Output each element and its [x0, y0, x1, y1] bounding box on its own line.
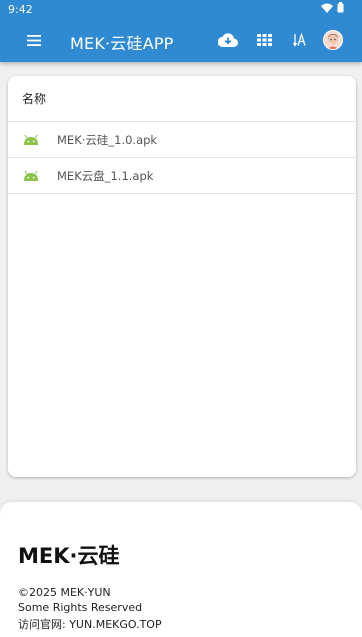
footer-copyright: ©2025 MEK·YUN — [18, 586, 111, 599]
footer-brand: MEK·云硅 — [18, 544, 120, 568]
footer-website-link[interactable]: 访问官网: YUN.MEKGO.TOP — [18, 616, 162, 632]
top-app-bar: 9:42 MEK·云硅APP — [0, 0, 362, 62]
status-time: 9:42 — [8, 3, 33, 16]
status-bar: 9:42 — [0, 0, 362, 18]
wifi-icon — [321, 3, 333, 13]
sort-az-icon — [293, 33, 306, 47]
file-row[interactable]: MEK云盘_1.1.apk — [8, 158, 356, 194]
avatar-button[interactable] — [320, 28, 346, 52]
battery-icon — [337, 2, 344, 13]
footer: MEK·云硅 ©2025 MEK·YUN Some Rights Reserve… — [0, 502, 362, 637]
status-icons — [321, 2, 344, 13]
column-header-name[interactable]: 名称 — [8, 76, 356, 122]
menu-button[interactable] — [22, 30, 46, 50]
grid-view-icon — [256, 34, 272, 46]
android-icon — [24, 134, 38, 145]
grid-view-button[interactable] — [251, 28, 277, 52]
avatar — [323, 30, 343, 50]
file-row[interactable]: MEK·云硅_1.0.apk — [8, 122, 356, 158]
android-icon — [24, 170, 38, 181]
app-title: MEK·云硅APP — [70, 34, 174, 53]
download-button[interactable] — [215, 28, 241, 52]
footer-rights: Some Rights Reserved — [18, 601, 143, 614]
app-bar: MEK·云硅APP — [0, 22, 362, 58]
hamburger-menu-icon — [27, 34, 41, 46]
file-name: MEK云盘_1.1.apk — [57, 168, 154, 183]
sort-button[interactable] — [287, 28, 313, 52]
file-name: MEK·云硅_1.0.apk — [57, 132, 158, 147]
cloud-download-icon — [218, 33, 238, 47]
file-list-card: 名称 MEK·云硅_1.0.apk MEK云盘_1.1.apk — [8, 76, 356, 477]
user-face-icon — [327, 34, 339, 49]
